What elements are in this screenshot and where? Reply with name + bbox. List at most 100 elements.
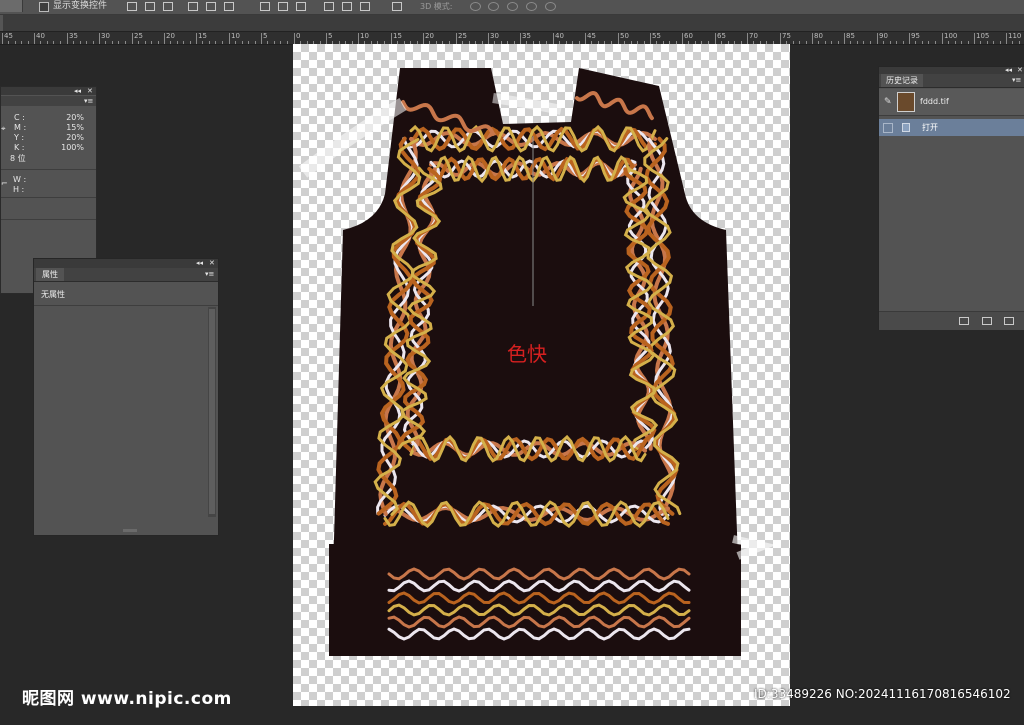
- 3d-scale-icon[interactable]: [545, 2, 556, 11]
- ruler-tick-label: 50: [620, 32, 629, 40]
- align-top-icon[interactable]: [127, 2, 137, 11]
- distribute-bottom-icon[interactable]: [296, 2, 306, 11]
- ruler-tick-label: 20: [166, 32, 175, 40]
- 3d-roll-icon[interactable]: [488, 2, 499, 11]
- k-value: 100%: [61, 143, 84, 152]
- history-brush-icon[interactable]: ✎: [884, 97, 892, 107]
- brush-stroke-overlay: [298, 97, 407, 178]
- ruler-tick-label: 45: [587, 32, 596, 40]
- ruler-tick: [267, 41, 268, 44]
- new-document-from-state-icon[interactable]: [959, 317, 969, 325]
- 3d-pan-icon[interactable]: [507, 2, 518, 11]
- history-panel: ◂◂ ✕ ▾≡ 历史记录 ✎ fddd.tif 打开: [878, 66, 1024, 330]
- resize-grip[interactable]: [123, 529, 137, 532]
- divider: [1, 219, 96, 220]
- align-vcenter-icon[interactable]: [145, 2, 155, 11]
- align-bottom-icon[interactable]: [163, 2, 173, 11]
- distribute-right-icon[interactable]: [360, 2, 370, 11]
- tab-history[interactable]: 历史记录: [881, 74, 923, 87]
- ruler-tick: [812, 33, 813, 44]
- collapse-icon[interactable]: ◂◂: [74, 86, 81, 96]
- ruler-tick: [73, 41, 74, 44]
- color-block-label: 色快: [507, 342, 547, 366]
- distribute-left-icon[interactable]: [324, 2, 334, 11]
- align-hcenter-icon[interactable]: [206, 2, 216, 11]
- ruler-tick: [553, 33, 554, 44]
- scrollbar-thumb[interactable]: [209, 309, 215, 514]
- ruler-tick-label: 80: [814, 32, 823, 40]
- ruler-tick: [235, 41, 236, 44]
- bit-depth-label: 8 位: [10, 154, 26, 163]
- ruler-tick: [40, 41, 41, 44]
- ruler-tick: [942, 33, 943, 44]
- ruler-tick: [909, 33, 910, 44]
- ruler-tick: [948, 41, 949, 44]
- ruler-tick: [105, 41, 106, 44]
- ruler-tick: [222, 41, 223, 44]
- collapse-icon[interactable]: ◂◂: [196, 258, 203, 268]
- ruler-tick-label: 25: [458, 32, 467, 40]
- auto-align-icon[interactable]: [392, 2, 402, 11]
- document-icon: [902, 123, 910, 132]
- history-panel-header: ◂◂ ✕: [879, 66, 1024, 74]
- ruler-tick-label: 105: [976, 32, 990, 40]
- ruler-tick: [158, 41, 159, 44]
- ruler-tick: [34, 33, 35, 44]
- ruler-tick: [993, 41, 994, 44]
- history-snapshot[interactable]: ✎ fddd.tif: [879, 89, 1024, 116]
- ruler-tick: [890, 41, 891, 44]
- ruler-tick: [190, 41, 191, 44]
- history-item[interactable]: 打开: [879, 119, 1024, 136]
- ruler-tick: [780, 33, 781, 44]
- options-bar: 显示变换控件 3D 模式:: [0, 0, 1024, 15]
- ruler-tick: [838, 41, 839, 44]
- align-right-icon[interactable]: [224, 2, 234, 11]
- ruler-tick-label: 35: [69, 32, 78, 40]
- trash-icon[interactable]: [1004, 317, 1014, 325]
- 3d-rotate-icon[interactable]: [470, 2, 481, 11]
- ruler-tick: [93, 41, 94, 44]
- ruler-tick-label: 35: [522, 32, 531, 40]
- distribute-vcenter-icon[interactable]: [278, 2, 288, 11]
- 3d-slide-icon[interactable]: [526, 2, 537, 11]
- no-properties-text: 无属性: [41, 290, 65, 299]
- tab-properties[interactable]: 属性: [36, 268, 64, 281]
- panel-menu-icon[interactable]: ▾≡: [1012, 75, 1021, 85]
- distribute-top-icon[interactable]: [260, 2, 270, 11]
- ruler-tick-label: 95: [911, 32, 920, 40]
- tool-preset-dropdown[interactable]: [0, 0, 23, 12]
- ruler-tick-label: 15: [198, 32, 207, 40]
- close-icon[interactable]: ✕: [87, 86, 93, 96]
- ruler-tick: [280, 41, 281, 44]
- ruler-tick: [974, 33, 975, 44]
- ruler-tick: [456, 33, 457, 44]
- camera-icon[interactable]: [982, 317, 992, 325]
- ruler-tick-label: 10: [360, 32, 369, 40]
- ruler-tick-label: 75: [782, 32, 791, 40]
- distribute-hcenter-icon[interactable]: [342, 2, 352, 11]
- close-icon[interactable]: ✕: [209, 258, 215, 268]
- ruler-tick: [980, 41, 981, 44]
- ruler-tick: [112, 41, 113, 44]
- ruler-tick: [863, 41, 864, 44]
- document-canvas[interactable]: 色快: [293, 44, 790, 706]
- ruler-tick-label: 55: [652, 32, 661, 40]
- ruler-tick: [47, 41, 48, 44]
- show-transform-checkbox[interactable]: [39, 2, 49, 12]
- panel-menu-icon[interactable]: ▾≡: [84, 96, 93, 106]
- ruler-tick: [229, 33, 230, 44]
- ruler-tick: [67, 33, 68, 44]
- ruler-tick: [928, 41, 929, 44]
- ruler-tick: [915, 41, 916, 44]
- history-source-checkbox[interactable]: [883, 123, 893, 133]
- ruler-tick: [125, 41, 126, 44]
- ruler-tick: [844, 33, 845, 44]
- ruler-tick: [86, 41, 87, 44]
- ruler-tick: [145, 41, 146, 44]
- ruler-tick: [922, 41, 923, 44]
- panel-menu-icon[interactable]: ▾≡: [205, 269, 214, 279]
- ruler-tick: [183, 41, 184, 44]
- document-tab[interactable]: [0, 15, 3, 31]
- ruler-tick: [294, 33, 295, 44]
- align-left-icon[interactable]: [188, 2, 198, 11]
